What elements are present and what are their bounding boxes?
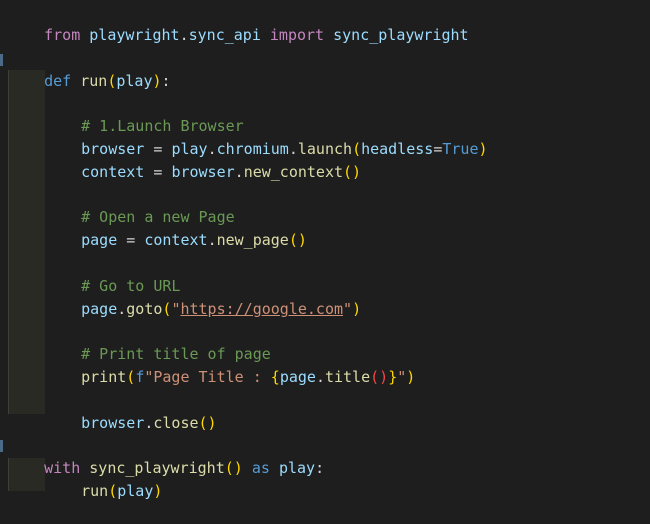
method: goto (126, 300, 163, 318)
kwarg: headless (361, 140, 434, 158)
function-call: run (81, 482, 109, 500)
variable: page (279, 368, 316, 386)
string-quote: " (343, 300, 353, 318)
method: new_context (243, 163, 344, 181)
method: title (324, 368, 371, 386)
dot: . (315, 368, 325, 386)
colon: : (315, 459, 325, 477)
dot: . (179, 26, 189, 44)
code-line-1[interactable]: from playwright.sync_api import sync_pla… (8, 2, 468, 44)
variable: page (81, 231, 118, 249)
variable: browser (171, 163, 235, 181)
variable: page (81, 300, 118, 318)
bracket: ) (352, 300, 362, 318)
parameter: play (116, 72, 153, 90)
bracket: ) (478, 140, 488, 158)
code-line-10[interactable]: page = context.new_page() (45, 207, 307, 249)
variable: play (278, 459, 316, 477)
string-quote: " (397, 368, 407, 386)
bracket: () (288, 231, 307, 249)
variable: play (117, 482, 154, 500)
code-editor[interactable]: from playwright.sync_api import sync_pla… (0, 0, 650, 500)
keyword-import: import (269, 26, 325, 44)
brace: { (270, 368, 280, 386)
dot: . (207, 231, 217, 249)
keyword-as: as (251, 459, 270, 477)
code-line-18[interactable]: browser.close() (45, 390, 216, 432)
assign: = (144, 163, 172, 181)
code-line-21[interactable]: run(play) (45, 458, 162, 500)
code-line-12[interactable]: # Go to URL (45, 253, 180, 295)
bracket: () (370, 368, 389, 386)
code-line-5[interactable]: # 1.Launch Browser (45, 93, 244, 135)
method: new_page (216, 231, 289, 249)
indent-guide (8, 70, 45, 414)
submodule-name: sync_api (188, 26, 261, 44)
keyword-def: def (44, 72, 72, 90)
method: close (153, 414, 199, 432)
module-name: playwright (89, 26, 180, 44)
string: "Page Title : (144, 368, 271, 386)
dot: . (234, 163, 244, 181)
code-line-16[interactable]: print(f"Page Title : {page.title()}") (45, 344, 415, 386)
bracket: ( (126, 368, 136, 386)
assign: = (117, 231, 145, 249)
code-line-7[interactable]: context = browser.new_context() (45, 139, 361, 181)
fold-marker[interactable] (0, 54, 3, 66)
variable: context (81, 163, 145, 181)
code-line-6[interactable]: browser = play.chromium.launch(headless=… (45, 116, 487, 158)
code-line-3[interactable]: def run(play): (8, 48, 170, 90)
url-link[interactable]: https://google.com (180, 300, 343, 318)
bracket: ) (153, 482, 163, 500)
fstring-prefix: f (135, 368, 145, 386)
code-line-15[interactable]: # Print title of page (45, 321, 271, 363)
keyword-from: from (44, 26, 81, 44)
variable: context (144, 231, 208, 249)
builtin-function: print (81, 368, 127, 386)
constant: True (442, 140, 479, 158)
bracket: () (343, 163, 362, 181)
bracket: () (198, 414, 217, 432)
bracket: () (224, 459, 243, 477)
code-line-9[interactable]: # Open a new Page (45, 184, 235, 226)
import-name: sync_playwright (333, 26, 469, 44)
bracket: ) (406, 368, 416, 386)
function-name: run (80, 72, 108, 90)
code-line-20[interactable]: with sync_playwright() as play: (8, 435, 324, 477)
bracket: ) (152, 72, 162, 90)
code-line-13[interactable]: page.goto("https://google.com") (45, 276, 361, 318)
dot: . (117, 300, 127, 318)
brace: } (388, 368, 398, 386)
fold-marker[interactable] (0, 440, 3, 452)
bracket: ( (108, 482, 118, 500)
variable: browser (81, 414, 145, 432)
colon: : (161, 72, 171, 90)
